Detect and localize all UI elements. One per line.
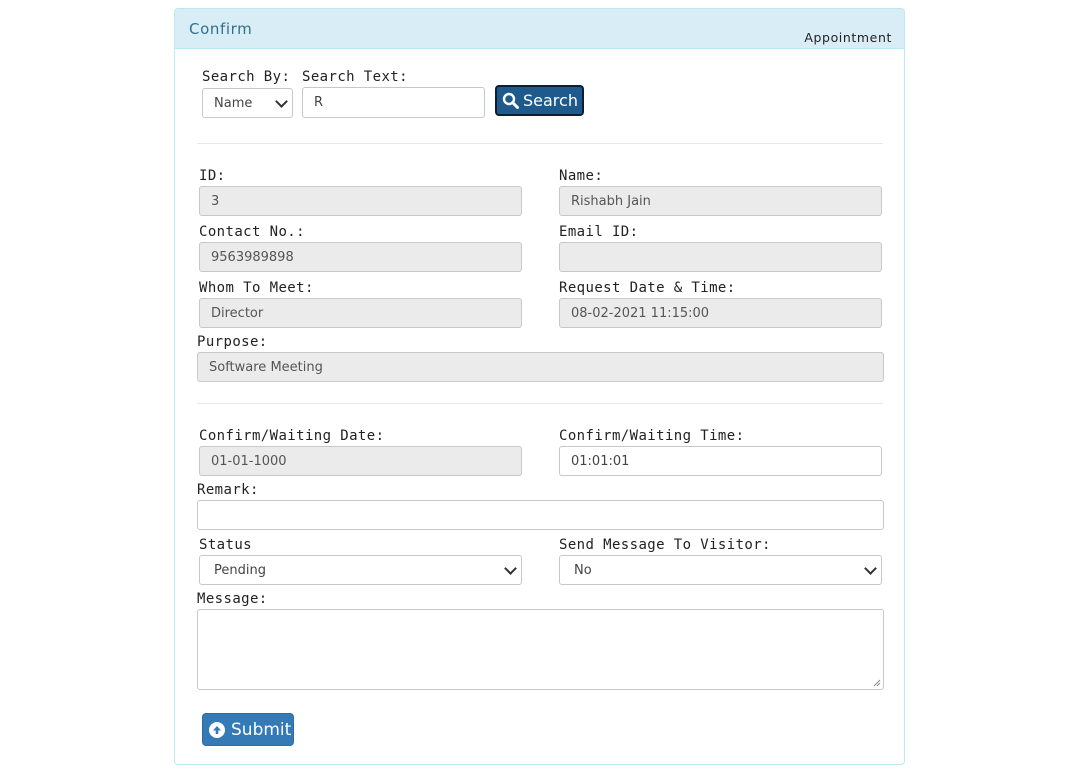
whom-to-meet-field[interactable]: Director xyxy=(199,298,522,328)
resize-grip-icon[interactable] xyxy=(873,679,881,687)
contact-field[interactable]: 9563989898 xyxy=(199,242,522,272)
confirm-date-label: Confirm/Waiting Date: xyxy=(199,428,385,444)
whom-to-meet-value: Director xyxy=(211,305,264,321)
send-message-value: No xyxy=(574,562,592,578)
confirm-date-value: 01-01-1000 xyxy=(211,453,287,469)
status-label: Status xyxy=(199,537,252,553)
panel-section-label: Appointment xyxy=(804,30,892,45)
email-field[interactable] xyxy=(559,242,882,272)
whom-to-meet-label: Whom To Meet: xyxy=(199,280,314,296)
search-text-label: Search Text: xyxy=(302,69,408,85)
contact-label: Contact No.: xyxy=(199,224,305,240)
submit-button[interactable]: Submit xyxy=(202,713,294,746)
remark-input[interactable] xyxy=(197,500,884,530)
email-label: Email ID: xyxy=(559,224,639,240)
request-datetime-value: 08-02-2021 11:15:00 xyxy=(571,305,710,321)
search-button[interactable]: Search xyxy=(495,85,584,116)
chevron-down-icon xyxy=(864,561,877,575)
message-textarea[interactable] xyxy=(197,609,884,690)
chevron-down-icon xyxy=(275,94,288,108)
message-label: Message: xyxy=(197,591,268,607)
send-message-label: Send Message To Visitor: xyxy=(559,537,771,553)
purpose-field[interactable]: Software Meeting xyxy=(197,352,884,382)
name-label: Name: xyxy=(559,168,604,184)
status-select[interactable]: Pending xyxy=(199,555,522,585)
confirm-date-field[interactable]: 01-01-1000 xyxy=(199,446,522,476)
name-field[interactable]: Rishabh Jain xyxy=(559,186,882,216)
contact-value: 9563989898 xyxy=(211,249,294,265)
confirm-time-field[interactable]: 01:01:01 xyxy=(559,446,882,476)
search-by-label: Search By: xyxy=(202,69,291,85)
confirm-time-label: Confirm/Waiting Time: xyxy=(559,428,745,444)
search-by-value: Name xyxy=(214,95,253,111)
search-button-label: Search xyxy=(523,91,578,110)
circle-arrow-up-icon xyxy=(209,721,225,738)
purpose-value: Software Meeting xyxy=(209,359,323,375)
id-value: 3 xyxy=(211,193,220,209)
panel-heading: Confirm Appointment xyxy=(175,9,904,49)
remark-label: Remark: xyxy=(197,482,259,498)
magnifier-icon xyxy=(502,92,519,109)
confirm-time-value: 01:01:01 xyxy=(571,453,630,469)
status-value: Pending xyxy=(214,562,266,578)
search-text-value: R xyxy=(314,95,324,110)
id-field[interactable]: 3 xyxy=(199,186,522,216)
submit-button-label: Submit xyxy=(231,719,292,740)
search-by-select[interactable]: Name xyxy=(202,88,293,118)
search-text-input[interactable]: R xyxy=(302,87,485,118)
name-value: Rishabh Jain xyxy=(571,193,651,209)
divider xyxy=(197,403,883,404)
chevron-down-icon xyxy=(504,561,517,575)
request-datetime-field[interactable]: 08-02-2021 11:15:00 xyxy=(559,298,882,328)
divider xyxy=(197,143,883,144)
panel-title: Confirm xyxy=(189,20,253,38)
send-message-select[interactable]: No xyxy=(559,555,882,585)
purpose-label: Purpose: xyxy=(197,334,268,350)
id-label: ID: xyxy=(199,168,226,184)
request-datetime-label: Request Date & Time: xyxy=(559,280,736,296)
